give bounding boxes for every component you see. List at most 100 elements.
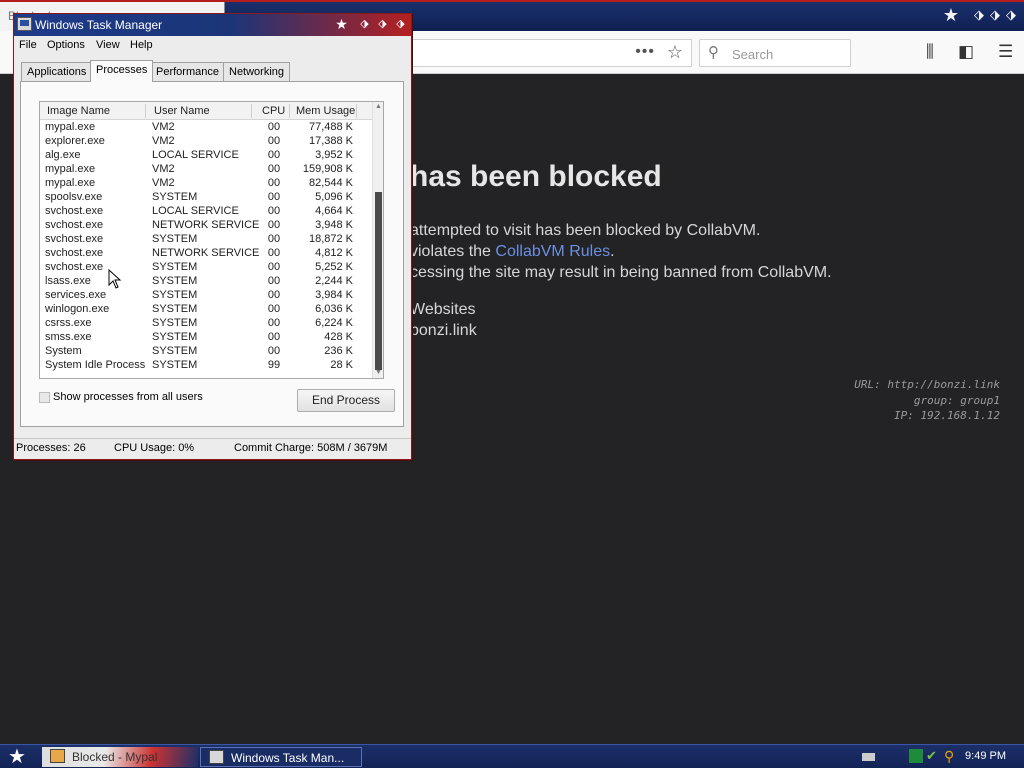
sidebar-icon[interactable]: ◧ xyxy=(958,42,974,62)
scroll-up-arrow-icon[interactable]: ▲ xyxy=(373,102,383,112)
menu-view[interactable]: View xyxy=(96,39,120,51)
tab-processes[interactable]: Processes xyxy=(90,60,154,82)
process-mem: 3,984 K xyxy=(315,289,353,301)
table-row[interactable]: services.exe SYSTEM 00 3,984 K xyxy=(40,289,374,303)
table-row[interactable]: smss.exe SYSTEM 00 428 K xyxy=(40,331,374,345)
process-cpu: 00 xyxy=(267,219,281,231)
scrollbar-thumb[interactable] xyxy=(375,192,382,370)
process-list[interactable]: Image Name User Name CPU Mem Usage mypal… xyxy=(39,101,384,379)
tab-networking[interactable]: Networking xyxy=(223,62,291,81)
table-row[interactable]: mypal.exe VM2 00 77,488 K xyxy=(40,121,374,135)
process-user: LOCAL SERVICE xyxy=(152,205,239,217)
column-divider[interactable] xyxy=(356,104,357,118)
process-mem: 18,872 K xyxy=(308,233,353,245)
close-icon[interactable]: ⬗ xyxy=(393,17,408,32)
column-image-name[interactable]: Image Name xyxy=(47,105,110,117)
process-name: smss.exe xyxy=(45,331,92,343)
page-actions-icon[interactable]: ••• xyxy=(635,43,655,61)
search-tray-icon[interactable]: ⚲ xyxy=(944,749,958,763)
table-row[interactable]: csrss.exe SYSTEM 00 6,224 K xyxy=(40,317,374,331)
blocked-message-1: attempted to visit has been blocked by C… xyxy=(410,222,761,239)
collabvm-rules-link[interactable]: CollabVM Rules xyxy=(495,243,610,260)
search-placeholder: Search xyxy=(732,47,774,62)
process-mem: 159,908 K xyxy=(302,163,353,175)
table-row[interactable]: svchost.exe LOCAL SERVICE 00 4,664 K xyxy=(40,205,374,219)
table-row[interactable]: svchost.exe NETWORK SERVICE 00 3,948 K xyxy=(40,219,374,233)
blocked-message-2-prefix: violates the xyxy=(410,243,496,260)
keyboard-tray-icon[interactable] xyxy=(862,753,875,761)
table-row[interactable]: svchost.exe SYSTEM 00 5,252 K xyxy=(40,261,374,275)
tab-performance[interactable]: Performance xyxy=(150,62,225,81)
table-row[interactable]: System Idle Process SYSTEM 99 28 K xyxy=(40,359,374,373)
process-name: explorer.exe xyxy=(45,135,105,147)
table-row[interactable]: svchost.exe SYSTEM 00 18,872 K xyxy=(40,233,374,247)
process-name: mypal.exe xyxy=(45,177,96,189)
search-input[interactable]: ⚲ Search xyxy=(699,39,851,67)
table-row[interactable]: alg.exe LOCAL SERVICE 00 3,952 K xyxy=(40,149,374,163)
process-user: SYSTEM xyxy=(152,275,198,287)
column-divider[interactable] xyxy=(251,104,252,118)
bookmark-star-icon[interactable]: ☆ xyxy=(667,42,683,63)
tab-applications[interactable]: Applications xyxy=(21,62,93,81)
close-window-icon[interactable]: ⬗ xyxy=(1002,6,1020,24)
table-row[interactable]: mypal.exe VM2 00 159,908 K xyxy=(40,163,374,177)
process-user: SYSTEM xyxy=(152,331,198,343)
process-user: VM2 xyxy=(152,135,175,147)
show-all-processes-option[interactable]: Show processes from all users xyxy=(39,391,203,403)
minimize-icon[interactable]: ⬗ xyxy=(357,17,372,32)
process-user: SYSTEM xyxy=(152,233,198,245)
process-name: svchost.exe xyxy=(45,219,104,231)
task-manager-app-icon xyxy=(17,17,32,31)
library-icon[interactable]: ⫼ xyxy=(926,42,934,62)
taskbar-task-manager-button[interactable]: Windows Task Man... xyxy=(200,747,362,767)
process-name: svchost.exe xyxy=(45,233,104,245)
process-cpu: 00 xyxy=(267,163,281,175)
show-all-processes-checkbox[interactable] xyxy=(39,391,50,403)
star-logo-icon: ★ xyxy=(942,5,960,25)
process-mem: 428 K xyxy=(324,331,353,343)
scroll-down-arrow-icon[interactable]: ▼ xyxy=(373,368,383,378)
process-name: csrss.exe xyxy=(45,317,92,329)
meta-group: group: group1 xyxy=(913,394,1000,407)
process-name: services.exe xyxy=(45,289,107,301)
table-row[interactable]: lsass.exe SYSTEM 00 2,244 K xyxy=(40,275,374,289)
table-row[interactable]: svchost.exe NETWORK SERVICE 00 4,812 K xyxy=(40,247,374,261)
column-mem-usage[interactable]: Mem Usage xyxy=(296,105,355,117)
table-row[interactable]: System SYSTEM 00 236 K xyxy=(40,345,374,359)
process-name: mypal.exe xyxy=(45,121,96,133)
process-cpu: 00 xyxy=(267,205,281,217)
menu-help[interactable]: Help xyxy=(130,39,153,51)
process-name: spoolsv.exe xyxy=(45,191,103,203)
status-cpu-usage: CPU Usage: 0% xyxy=(114,442,195,454)
task-manager-title-bar[interactable]: Windows Task Manager ★ ⬗ ⬗ ⬗ xyxy=(14,14,411,36)
blocked-heading: has been blocked xyxy=(410,160,662,193)
column-divider[interactable] xyxy=(289,104,290,118)
table-row[interactable]: winlogon.exe SYSTEM 00 6,036 K xyxy=(40,303,374,317)
taskbar-browser-button[interactable]: Blocked - Mypal xyxy=(42,747,198,767)
process-mem: 5,252 K xyxy=(315,261,353,273)
process-list-scrollbar[interactable]: ▲ ▼ xyxy=(372,102,383,378)
process-name: System Idle Process xyxy=(45,359,146,371)
column-cpu[interactable]: CPU xyxy=(262,105,285,117)
menu-options[interactable]: Options xyxy=(47,39,85,51)
network-tray-icon[interactable] xyxy=(909,749,923,763)
start-button[interactable]: ★ xyxy=(4,746,30,768)
column-user-name[interactable]: User Name xyxy=(154,105,210,117)
table-row[interactable]: mypal.exe VM2 00 82,544 K xyxy=(40,177,374,191)
meta-ip: IP: 192.168.1.12 xyxy=(894,409,1000,422)
process-user: SYSTEM xyxy=(152,261,198,273)
end-process-button[interactable]: End Process xyxy=(297,389,395,412)
table-row[interactable]: explorer.exe VM2 00 17,388 K xyxy=(40,135,374,149)
menu-icon[interactable]: ☰ xyxy=(998,42,1013,62)
url-bar[interactable]: ••• ☆ xyxy=(410,39,692,67)
update-tray-icon[interactable]: ✔ xyxy=(926,749,940,763)
taskbar-clock: 9:49 PM xyxy=(965,750,1006,762)
process-mem: 6,036 K xyxy=(315,303,353,315)
menu-file[interactable]: File xyxy=(19,39,37,51)
process-user: SYSTEM xyxy=(152,359,198,371)
process-cpu: 00 xyxy=(267,303,281,315)
process-user: SYSTEM xyxy=(152,317,198,329)
table-row[interactable]: spoolsv.exe SYSTEM 00 5,096 K xyxy=(40,191,374,205)
column-divider[interactable] xyxy=(145,104,146,118)
maximize-icon[interactable]: ⬗ xyxy=(375,17,390,32)
